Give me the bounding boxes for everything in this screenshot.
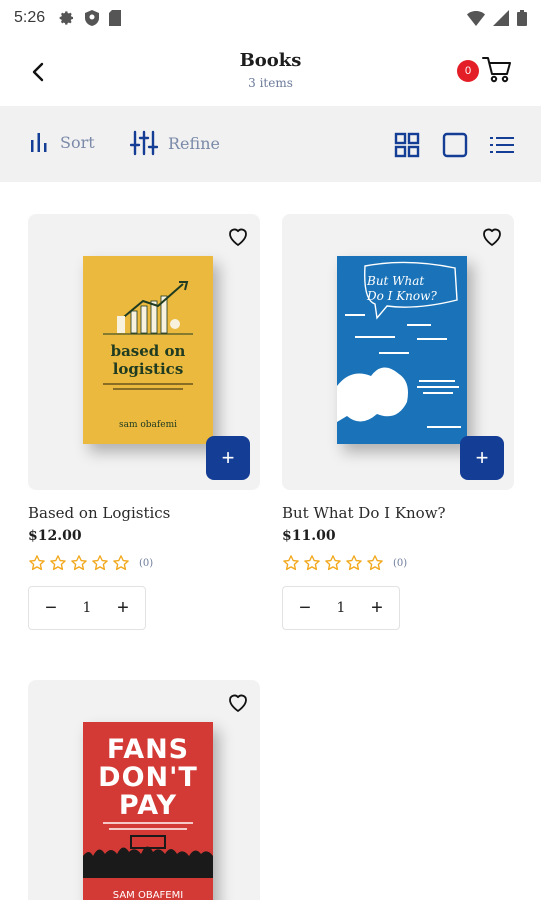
list-view-button[interactable] [489,132,515,158]
quantity-stepper: − 1 + [28,586,146,630]
product-image-box[interactable]: But What Do I Know? + [282,214,514,490]
cover-title: But What Do I Know? [367,274,457,304]
cover-title: based on logistics [83,342,213,378]
product-price: $11.00 [282,528,336,544]
cart-icon [482,57,511,83]
signal-icon [493,10,509,26]
sliders-icon [130,130,158,156]
product-title[interactable]: But What Do I Know? [282,504,514,522]
wifi-icon [467,10,485,26]
product-card[interactable]: based on logistics sam obafemi + Based o… [28,214,260,630]
increase-quantity-button[interactable]: + [365,596,389,620]
cover-title: FANS DON'T PAY [83,736,213,820]
star-rating: (0) [28,554,260,572]
product-price: $12.00 [28,528,82,544]
status-time: 5:26 [14,9,46,26]
grid-icon [394,132,420,158]
plus-icon: + [475,445,489,470]
sort-button[interactable]: Sort [28,130,95,154]
wishlist-button[interactable] [226,690,250,714]
book-cover-image: FANS DON'T PAY SAM OBAFEMI [83,722,213,900]
cover-title-line2: DON'T [98,762,198,793]
sd-card-icon [109,10,122,26]
decrease-quantity-button[interactable]: − [39,596,63,620]
product-image-box[interactable]: FANS DON'T PAY SAM OBAFEMI [28,680,260,900]
refine-button[interactable]: Refine [130,130,220,156]
cover-author: SAM OBAFEMI [112,890,184,900]
product-title[interactable]: Based on Logistics [28,504,260,522]
star-outline-icon [367,555,383,571]
star-outline-icon [71,555,87,571]
cover-title-line1: But What [367,274,425,288]
star-outline-icon [29,555,45,571]
wishlist-button[interactable] [226,224,250,248]
filter-toolbar: Sort Refine [0,106,541,182]
star-outline-icon [283,555,299,571]
star-outline-icon [50,555,66,571]
star-outline-icon [325,555,341,571]
cover-title-line2: logistics [112,360,184,378]
heart-icon [229,694,247,712]
refine-label: Refine [168,133,220,153]
decrease-quantity-button[interactable]: − [293,596,317,620]
grid-view-button[interactable] [394,132,420,158]
star-outline-icon [113,555,129,571]
status-left-icons [59,10,122,26]
battery-icon [517,10,527,26]
plus-icon: + [221,445,235,470]
cover-title-line2: Do I Know? [367,289,437,303]
star-outline-icon [304,555,320,571]
quantity-value[interactable]: 1 [83,600,92,616]
book-cover-image: But What Do I Know? [337,256,467,444]
cart-count-badge: 0 [457,60,479,82]
cover-tagline-lines [103,383,193,390]
sort-icon [31,133,47,152]
cover-title-line1: FANS [106,734,190,765]
cover-author: sam obafemi [119,420,177,430]
single-view-button[interactable] [442,132,468,158]
quantity-stepper: − 1 + [282,586,400,630]
star-outline-icon [346,555,362,571]
cover-illustration [103,281,193,335]
cover-title-line1: based on [110,342,186,360]
quantity-value[interactable]: 1 [337,600,346,616]
increase-quantity-button[interactable]: + [111,596,135,620]
list-icon [490,137,514,153]
cart-button[interactable]: 0 [457,54,517,88]
rating-count: (0) [139,557,154,569]
app-header: Books 3 items 0 [0,36,541,106]
product-image-box[interactable]: based on logistics sam obafemi + [28,214,260,490]
book-cover-image: based on logistics sam obafemi [83,256,213,444]
status-bar: 5:26 [0,0,541,36]
heart-icon [229,228,247,246]
wishlist-button[interactable] [480,224,504,248]
cover-illustration [83,822,213,878]
square-icon [442,132,468,158]
add-to-cart-button[interactable]: + [206,436,250,480]
star-outline-icon [92,555,108,571]
cover-title-line3: PAY [118,790,178,821]
shield-icon [85,10,100,26]
sort-label: Sort [60,132,95,152]
heart-icon [483,228,501,246]
status-right-icons [467,10,527,26]
gear-icon [59,10,75,26]
product-card[interactable]: But What Do I Know? + But What Do I Know… [282,214,514,630]
star-rating: (0) [282,554,514,572]
product-card[interactable]: FANS DON'T PAY SAM OBAFEMI [28,680,260,900]
rating-count: (0) [393,557,408,569]
add-to-cart-button[interactable]: + [460,436,504,480]
